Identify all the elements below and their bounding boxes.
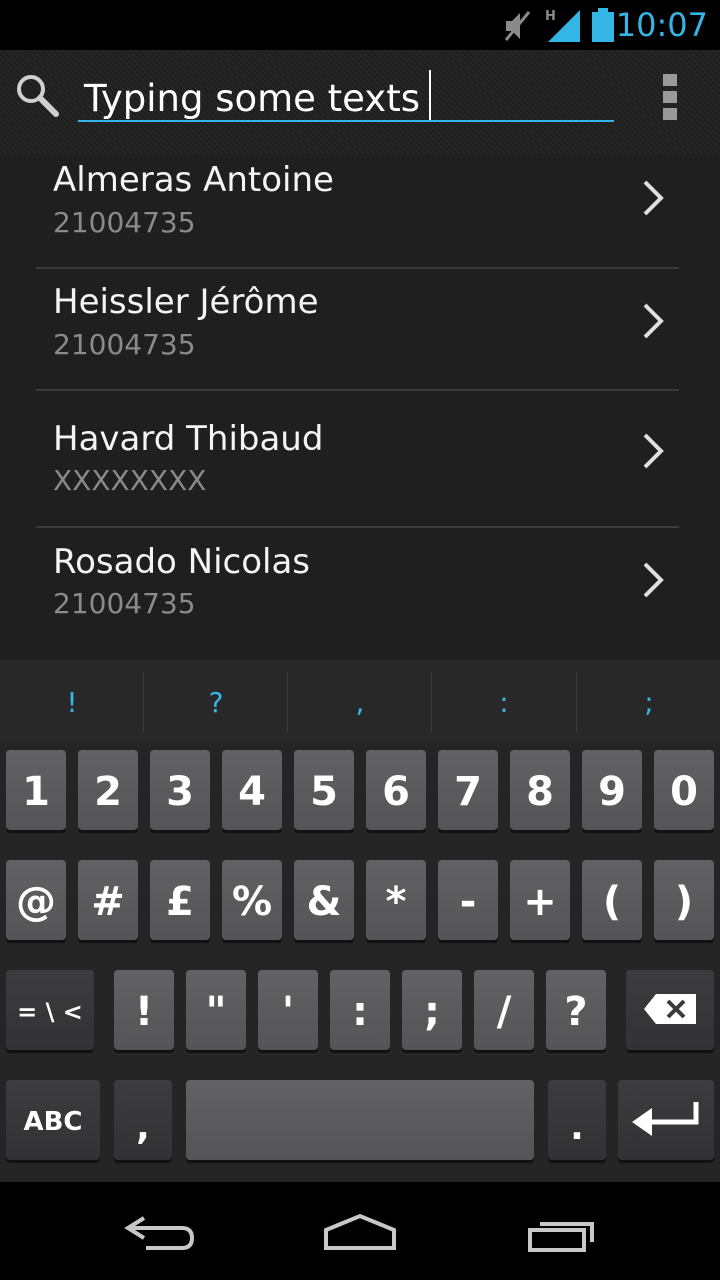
comma-key[interactable]: , xyxy=(114,1080,172,1160)
contact-number: 21004735 xyxy=(53,587,196,620)
abc-key[interactable]: ABC xyxy=(6,1080,100,1160)
suggestion-item[interactable]: ? xyxy=(144,660,288,742)
recent-apps-icon[interactable] xyxy=(526,1212,598,1254)
contact-number: 21004735 xyxy=(53,328,196,361)
clock: 10:07 xyxy=(615,6,708,44)
text-cursor xyxy=(429,70,431,120)
contact-name: Havard Thibaud xyxy=(53,419,324,459)
key[interactable]: 7 xyxy=(438,750,498,830)
keyboard: ! ? , : ; 1 2 3 4 5 6 7 8 9 0 @ # £ % & … xyxy=(0,660,720,1182)
home-icon[interactable] xyxy=(322,1212,398,1252)
key[interactable]: 8 xyxy=(510,750,570,830)
backspace-key[interactable] xyxy=(626,970,714,1050)
key[interactable]: / xyxy=(474,970,534,1050)
key[interactable]: ? xyxy=(546,970,606,1050)
status-bar: H 10:07 xyxy=(0,0,720,50)
chevron-right-icon xyxy=(643,303,664,339)
key[interactable]: ; xyxy=(402,970,462,1050)
key[interactable]: & xyxy=(294,860,354,940)
key[interactable]: + xyxy=(510,860,570,940)
list-item[interactable]: Havard Thibaud XXXXXXXX xyxy=(0,391,720,525)
signal-icon: H xyxy=(545,9,580,42)
key[interactable]: * xyxy=(366,860,426,940)
contact-number: 21004735 xyxy=(53,206,196,239)
search-action-bar: Typing some texts xyxy=(0,50,720,154)
mute-icon xyxy=(504,11,531,41)
key[interactable]: 0 xyxy=(654,750,714,830)
key[interactable]: 9 xyxy=(582,750,642,830)
key[interactable]: 5 xyxy=(294,750,354,830)
suggestion-item[interactable]: : xyxy=(432,660,576,742)
key[interactable]: " xyxy=(186,970,246,1050)
more-symbols-key[interactable]: = \ < xyxy=(6,970,94,1050)
backspace-icon xyxy=(644,994,696,1024)
suggestion-strip: ! ? , : ; xyxy=(0,660,720,742)
key[interactable]: 3 xyxy=(150,750,210,830)
search-icon[interactable] xyxy=(14,72,60,118)
key[interactable]: ) xyxy=(654,860,714,940)
navigation-bar xyxy=(0,1182,720,1280)
chevron-right-icon xyxy=(643,180,664,216)
suggestion-item[interactable]: ; xyxy=(577,660,720,742)
contact-name: Almeras Antoine xyxy=(53,160,334,200)
key[interactable]: @ xyxy=(6,860,66,940)
contact-name: Heissler Jérôme xyxy=(53,282,319,322)
enter-icon xyxy=(632,1102,699,1136)
enter-key[interactable] xyxy=(618,1080,714,1160)
suggestion-item[interactable]: ! xyxy=(0,660,144,742)
contact-list: Almeras Antoine 21004735 Heissler Jérôme… xyxy=(0,154,720,660)
period-key[interactable]: . xyxy=(548,1080,606,1160)
key[interactable]: 4 xyxy=(222,750,282,830)
chevron-right-icon xyxy=(643,433,664,469)
key[interactable]: 2 xyxy=(78,750,138,830)
search-input[interactable]: Typing some texts xyxy=(78,68,614,122)
suggestion-item[interactable]: , xyxy=(288,660,432,742)
list-item[interactable]: Almeras Antoine 21004735 xyxy=(0,154,720,266)
contact-name: Rosado Nicolas xyxy=(53,542,311,582)
key[interactable]: # xyxy=(78,860,138,940)
list-item[interactable]: Rosado Nicolas 21004735 xyxy=(0,528,720,660)
search-input-text: Typing some texts xyxy=(84,77,420,120)
svg-text:H: H xyxy=(545,9,556,24)
battery-icon xyxy=(592,8,614,42)
key[interactable]: 1 xyxy=(6,750,66,830)
key[interactable]: ( xyxy=(582,860,642,940)
chevron-right-icon xyxy=(643,562,664,598)
list-item[interactable]: Heissler Jérôme 21004735 xyxy=(0,269,720,389)
key[interactable]: ! xyxy=(114,970,174,1050)
key[interactable]: ' xyxy=(258,970,318,1050)
key[interactable]: 6 xyxy=(366,750,426,830)
back-icon[interactable] xyxy=(122,1212,196,1252)
contact-number: XXXXXXXX xyxy=(53,464,207,497)
key[interactable]: % xyxy=(222,860,282,940)
space-key[interactable] xyxy=(186,1080,534,1160)
key[interactable]: : xyxy=(330,970,390,1050)
key[interactable]: - xyxy=(438,860,498,940)
key[interactable]: £ xyxy=(150,860,210,940)
overflow-menu-icon[interactable] xyxy=(660,72,680,122)
